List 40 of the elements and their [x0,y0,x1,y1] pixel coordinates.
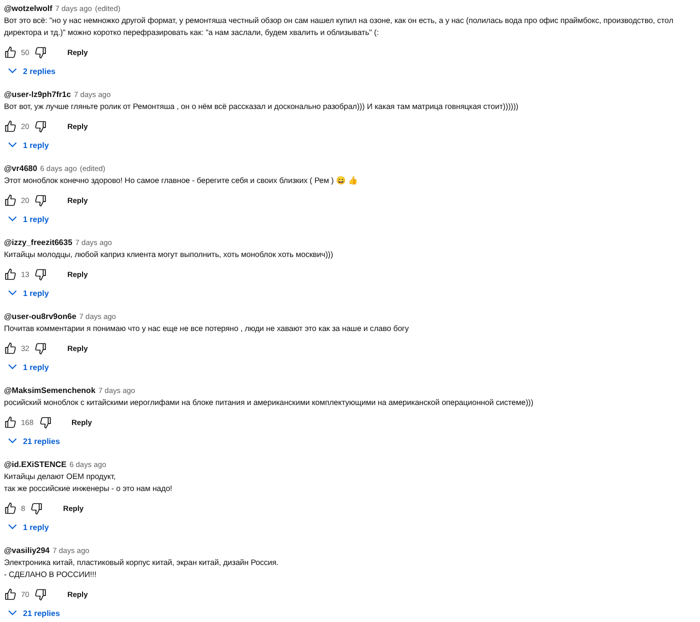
replies-toggle[interactable]: 1 reply [4,284,49,302]
comment-author[interactable]: @vasiliy294 [4,545,50,557]
replies-toggle[interactable]: 1 reply [4,136,49,154]
thumbs-up-icon[interactable] [4,588,17,600]
replies-toggle[interactable]: 21 replies [4,432,60,450]
thumbs-up-icon[interactable] [4,502,17,514]
comment-author[interactable]: @wotzelwolf [4,3,52,15]
thumbs-down-icon[interactable] [38,416,52,428]
comment-author[interactable]: @user-ou8rv9on6e [4,311,76,323]
comment-author[interactable]: @id.EXiSTENCE [4,459,66,471]
replies-toggle[interactable]: 1 reply [4,358,49,376]
replies-toggle[interactable]: 1 reply [4,210,49,228]
replies-toggle[interactable]: 21 replies [4,604,60,622]
replies-toggle[interactable]: 1 reply [4,518,49,536]
thumbs-up-icon[interactable] [4,120,17,132]
chevron-down-icon [8,216,17,222]
thumbs-down-icon[interactable] [34,194,48,206]
thumbs-down-icon[interactable] [34,120,48,132]
thumbs-up-icon[interactable] [4,46,17,58]
thumbs-up-icon[interactable] [4,416,17,428]
chevron-down-icon [8,364,17,370]
replies-toggle[interactable]: 2 replies [4,62,56,80]
comment-author[interactable]: @izzy_freezit6635 [4,237,72,249]
thumbs-up-icon[interactable] [4,268,17,280]
chevron-down-icon [8,142,17,148]
thumbs-down-icon[interactable] [34,268,48,280]
thumbs-down-icon[interactable] [30,502,44,514]
chevron-down-icon [8,524,17,530]
chevron-down-icon [8,610,17,616]
comment-author[interactable]: @user-lz9ph7fr1c [4,89,71,101]
chevron-down-icon [8,438,17,444]
comment-author[interactable]: @MaksimSemenchenok [4,385,96,397]
thumbs-down-icon[interactable] [34,342,48,354]
thumbs-up-icon[interactable] [4,194,17,206]
chevron-down-icon [8,68,17,74]
chevron-down-icon [8,290,17,296]
thumbs-up-icon[interactable] [4,342,17,354]
comment-author[interactable]: @vr4680 [4,163,38,175]
thumbs-down-icon[interactable] [34,588,48,600]
thumbs-down-icon[interactable] [34,46,48,58]
